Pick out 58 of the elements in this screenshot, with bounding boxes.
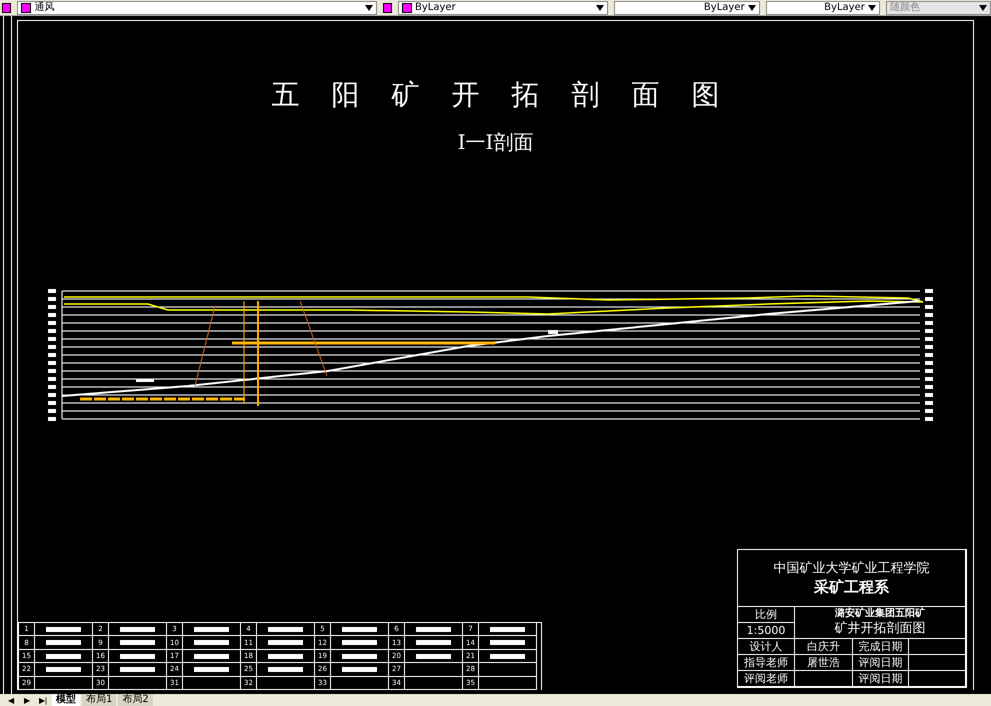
legend-swatch: [490, 626, 525, 632]
legend-swatch: [194, 640, 229, 646]
square-icon: [21, 2, 32, 12]
legend-swatch: [416, 640, 451, 646]
layer-dropdown[interactable]: 通风: [17, 0, 377, 14]
legend-swatch: [120, 654, 155, 659]
empty-cell: [479, 676, 537, 690]
drawing-name: 矿井开拓剖面图: [834, 620, 926, 637]
caret-icon: [748, 4, 756, 10]
school-name: 中国矿业大学矿业工程学院: [774, 560, 930, 576]
role-label: 评阅老师: [744, 671, 788, 686]
legend-swatch: [46, 640, 81, 646]
legend-swatch: [46, 666, 81, 672]
legend-swatch: [490, 654, 525, 659]
legend-swatch: [268, 654, 303, 659]
date-label: 完成日期: [858, 639, 902, 654]
empty-cell: [405, 676, 463, 690]
color-dropdown[interactable]: ByLayer: [398, 0, 608, 14]
scale-label: 比例: [755, 607, 777, 622]
legend-swatch: [490, 640, 525, 646]
role-label: 指导老师: [744, 655, 788, 670]
layout-tab[interactable]: 布局2: [118, 694, 153, 706]
legend-swatch: [120, 640, 155, 646]
scale-value: 1:5000: [746, 624, 786, 637]
department-name: 采矿工程系: [814, 576, 889, 596]
caret-icon: [868, 4, 876, 10]
person-name: 屠世浩: [807, 655, 840, 670]
legend-swatch: [194, 666, 229, 672]
layout-tab[interactable]: 模型: [52, 694, 80, 706]
linetype-dropdown[interactable]: ByLayer: [614, 0, 760, 14]
person-name: 白庆升: [807, 639, 840, 654]
legend-swatch: [268, 640, 303, 646]
company-name: 潞安矿业集团五阳矿: [835, 608, 925, 620]
date-label: 评阅日期: [858, 655, 902, 670]
square-icon: [402, 2, 412, 12]
legend-swatch: [342, 626, 377, 632]
drawing-subtitle: I一I剖面: [458, 129, 534, 155]
caret-icon: [596, 4, 604, 10]
legend-swatch: [268, 626, 303, 632]
legend-swatch: [416, 626, 451, 632]
legend-swatch: [120, 626, 155, 632]
layout-tab[interactable]: 布局1: [82, 694, 116, 706]
date-label: 评阅日期: [858, 671, 902, 686]
legend-swatch: [342, 666, 377, 672]
legend-swatch: [194, 626, 229, 632]
role-label: 设计人: [750, 639, 782, 654]
legend-swatch: [342, 654, 377, 659]
caret-icon: [364, 4, 373, 10]
legend-swatch: [416, 654, 451, 659]
legend-swatch: [268, 666, 303, 672]
legend-swatch: [46, 654, 81, 659]
legend-swatch: [120, 666, 155, 672]
legend-swatch: [342, 640, 377, 646]
lineweight-dropdown[interactable]: ByLayer: [766, 0, 880, 14]
legend-swatch: [46, 626, 81, 632]
drawing-title: 五阳矿开拓剖面图: [272, 79, 752, 111]
legend-swatch: [194, 654, 229, 659]
caret-icon: [979, 4, 988, 10]
